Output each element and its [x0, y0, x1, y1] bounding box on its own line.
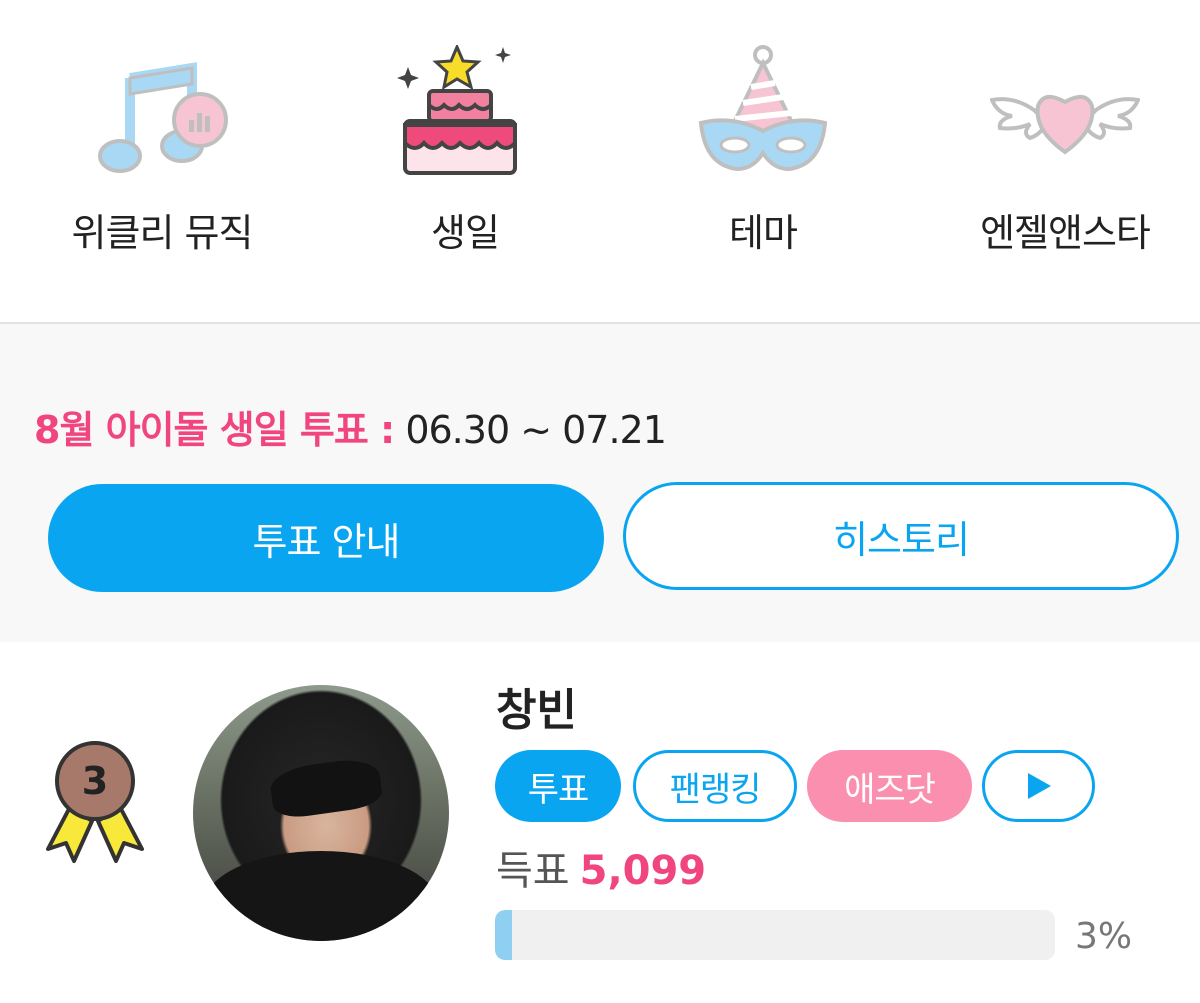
vote-title: 8월 아이돌 생일 투표 : [34, 408, 395, 452]
vote-progress-bar [495, 910, 1055, 960]
vote-percent: 3% [1075, 916, 1133, 957]
vote-section: 8월 아이돌 생일 투표 : 06.30 ~ 07.21 투표 안내 히스토리 [0, 324, 1200, 642]
ranking-item[interactable]: 3 창빈 투표 팬랭킹 애즈닷 득표 5,099 3% [0, 642, 1200, 1003]
category-birthday[interactable]: 생일 [335, 40, 595, 257]
vote-guide-button[interactable]: 투표 안내 [48, 484, 604, 592]
history-button[interactable]: 히스토리 [623, 482, 1179, 590]
vote-dates: 06.30 ~ 07.21 [394, 408, 667, 452]
rank-number: 3 [82, 759, 108, 803]
idol-name: 창빈 [496, 685, 577, 736]
winged-heart-icon [935, 40, 1195, 190]
fan-ranking-button[interactable]: 팬랭킹 [633, 750, 797, 822]
bronze-medal-icon: 3 [40, 737, 150, 871]
category-weekly-music[interactable]: 위클리 뮤직 [32, 40, 292, 257]
vote-progress-fill [495, 910, 512, 960]
vote-button[interactable]: 투표 [495, 750, 621, 822]
play-icon [1027, 773, 1051, 799]
vote-count: 득표 5,099 [496, 838, 706, 896]
category-angel-and-star[interactable]: 엔젤앤스타 [935, 40, 1195, 257]
music-note-chart-icon [32, 40, 292, 190]
category-label: 엔젤앤스타 [980, 211, 1151, 255]
birthday-cake-icon [335, 40, 595, 190]
category-label: 위클리 뮤직 [71, 211, 254, 255]
play-button[interactable] [982, 750, 1095, 822]
category-label: 생일 [431, 211, 500, 255]
ads-button[interactable]: 애즈닷 [807, 750, 972, 822]
vote-count-label: 득표 [496, 848, 570, 894]
vote-period: 8월 아이돌 생일 투표 : 06.30 ~ 07.21 [34, 399, 667, 454]
category-label: 테마 [729, 211, 798, 255]
vote-count-value: 5,099 [579, 848, 707, 894]
category-menu: 위클리 뮤직 생일 테마 엔젤앤스타 [0, 0, 1200, 324]
party-hat-mask-icon [633, 40, 893, 190]
category-theme[interactable]: 테마 [633, 40, 893, 257]
avatar[interactable] [193, 685, 449, 941]
